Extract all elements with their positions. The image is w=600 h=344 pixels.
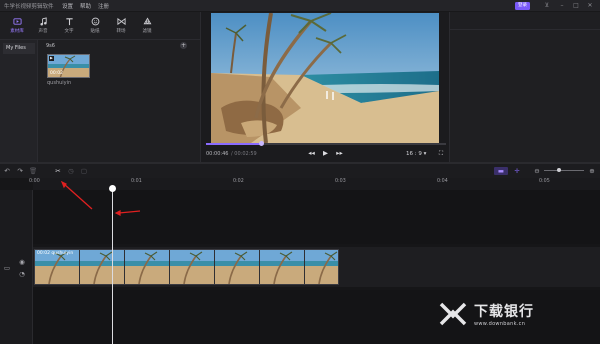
watermark-logo-icon	[439, 302, 467, 326]
annotation-arrow	[118, 210, 141, 214]
watermark: 下载银行 www.downbank.cn	[438, 299, 534, 329]
annotation-arrow	[63, 183, 93, 210]
watermark-brand: 下载银行	[474, 304, 534, 320]
watermark-url: www.downbank.cn	[474, 321, 526, 327]
annotation-arrows	[60, 180, 141, 216]
